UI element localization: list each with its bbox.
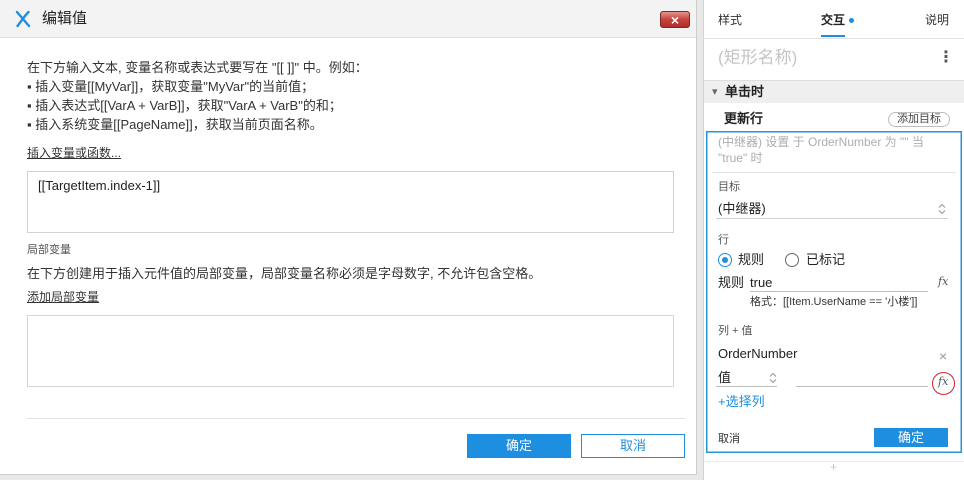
footer-divider — [27, 418, 685, 419]
dialog-title: 编辑值 — [42, 10, 88, 27]
axure-logo-icon — [14, 10, 32, 28]
more-options-icon[interactable]: ⋮ — [938, 48, 954, 68]
tab-label: 说明 — [925, 13, 950, 27]
instructions-intro: 在下方输入文本, 变量名称或表达式要写在 "[[ ]]" 中。例如： — [27, 60, 368, 75]
action-summary: (中继器) 设置 于 OrderNumber 为 "" 当 "true" 时 — [718, 135, 924, 165]
bullet-item: ▪ 插入系统变量[[PageName]]，获取当前页面名称。 — [27, 117, 323, 132]
rule-label: 规则 — [718, 275, 745, 290]
bullet-item: ▪ 插入表达式[[VarA + VarB]]，获取"VarA + VarB"的和… — [27, 98, 342, 113]
cancel-button[interactable]: 取消 — [581, 434, 685, 458]
inspector-panel: 样式 交互 说明 ⋮ ▾ 单击时 更新行 添加目标 (中继器) 设置 于 Ord… — [703, 0, 964, 480]
bullet-item: ▪ 插入变量[[MyVar]]，获取变量"MyVar"的当前值； — [27, 79, 315, 94]
tab-style[interactable]: 样式 — [718, 12, 742, 28]
editor-ok-button[interactable]: 确定 — [874, 428, 948, 447]
rows-label: 行 — [718, 234, 729, 246]
value-type: 值 — [718, 370, 732, 385]
highlight-circle — [932, 372, 955, 395]
caret-down-icon[interactable]: ▾ — [712, 85, 718, 99]
target-label: 目标 — [718, 181, 740, 193]
radio-label: 已标记 — [806, 252, 846, 267]
tab-label: 交互 — [821, 13, 846, 37]
dialog-title-bar[interactable]: 编辑值 × — [0, 0, 696, 38]
expression-textarea[interactable]: [[TargetItem.index-1]] — [27, 171, 674, 233]
event-header-onclick[interactable]: ▾ 单击时 — [704, 81, 964, 103]
radio-button[interactable] — [718, 253, 732, 267]
column-name: OrderNumber — [718, 346, 798, 361]
radio-option-marked[interactable]: 已标记 — [785, 253, 845, 267]
radio-option-rule[interactable]: 规则 — [718, 253, 764, 267]
radio-button[interactable] — [785, 253, 799, 267]
edit-value-dialog: 编辑值 × 在下方输入文本, 变量名称或表达式要写在 "[[ ]]" 中。例如：… — [0, 0, 697, 475]
format-hint: 格式：[[Item.UserName == '小楼']] — [750, 296, 918, 308]
local-variables-heading: 局部变量 — [27, 244, 71, 256]
up-down-arrows-icon — [769, 371, 777, 384]
columns-values-label: 列 + 值 — [718, 325, 753, 337]
tab-bar-divider — [703, 38, 964, 39]
tab-notes[interactable]: 说明 — [925, 12, 949, 28]
add-column-link[interactable]: +选择列 — [718, 394, 765, 410]
tab-label: 样式 — [718, 13, 743, 27]
value-type-select[interactable]: 值 — [716, 369, 777, 387]
insert-variable-link[interactable]: 插入变量或函数... — [27, 145, 121, 161]
tab-interactions[interactable]: 交互 — [821, 12, 855, 37]
event-label: 单击时 — [725, 84, 765, 99]
remove-icon[interactable]: × — [939, 348, 947, 364]
ok-button[interactable]: 确定 — [467, 434, 571, 458]
widget-name-input[interactable] — [718, 47, 918, 69]
add-local-variable-link[interactable]: 添加局部变量 — [27, 289, 99, 305]
interactions-indicator-dot — [849, 17, 855, 23]
plus-icon[interactable]: + — [830, 460, 837, 474]
function-icon[interactable]: fx — [938, 276, 948, 288]
local-variables-list[interactable] — [27, 315, 674, 387]
rule-input[interactable] — [750, 274, 928, 292]
target-value: (中继器) — [718, 201, 766, 216]
target-select[interactable]: (中继器) — [716, 199, 948, 219]
action-editor: (中继器) 设置 于 OrderNumber 为 "" 当 "true" 时 目… — [706, 131, 962, 453]
up-down-arrows-icon — [938, 202, 946, 215]
action-title[interactable]: 更新行 — [724, 111, 763, 127]
radio-label: 规则 — [738, 252, 765, 267]
editor-divider — [712, 172, 956, 173]
local-variables-description: 在下方创建用于插入元件值的局部变量，局部变量名称必须是字母数字, 不允许包含空格… — [27, 266, 542, 281]
editor-cancel-button[interactable]: 取消 — [718, 432, 740, 446]
add-target-button[interactable]: 添加目标 — [888, 112, 950, 127]
close-icon: × — [670, 11, 680, 28]
column-value-input[interactable] — [796, 369, 928, 387]
close-button[interactable]: × — [660, 11, 690, 28]
